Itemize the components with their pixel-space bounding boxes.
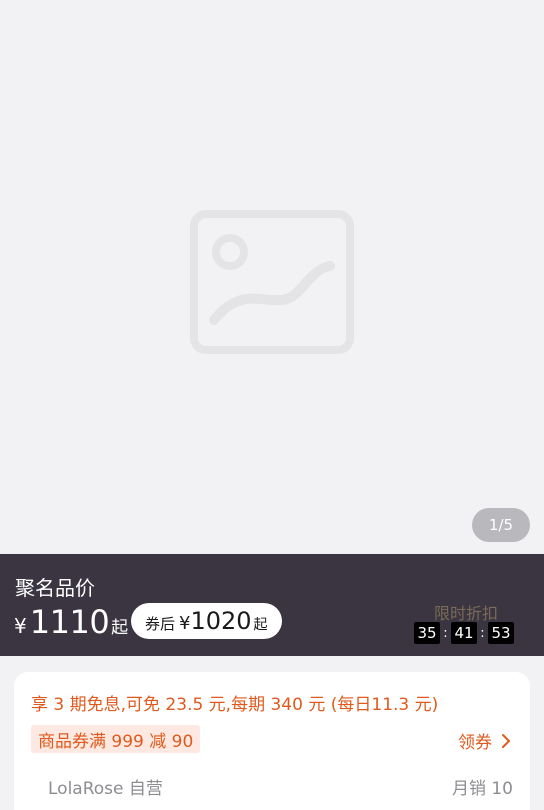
coupon-currency-symbol: ¥ [179,613,191,634]
installment-offer[interactable]: 享 3 期免息,可免 23.5 元,每期 340 元 (每日11.3 元) [31,690,438,715]
main-price: ¥ 1110 起 [14,603,128,641]
chevron-right-icon [502,733,510,748]
shop-name[interactable]: LolaRose 自营 [48,774,163,799]
coupon-price-amount: 1020 [190,607,252,635]
countdown-separator: : [480,625,485,641]
countdown-hours: 35 [414,622,440,644]
coupon-price-suffix: 起 [253,617,268,633]
coupon-tag[interactable]: 商品券满 999 减 90 [31,725,201,753]
image-page-indicator: 1/5 [472,508,530,542]
product-image-gallery[interactable] [0,0,544,554]
countdown-minutes: 41 [451,622,477,644]
countdown-separator: : [443,625,448,641]
coupon-price-pill[interactable]: 券后 ¥ 1020 起 [131,603,282,639]
image-placeholder-icon [190,210,354,354]
flash-sale-label: 限时折扣 [434,604,499,623]
brand-price-label: 聚名品价 [15,576,95,600]
coupon-price-label: 券后 [145,615,176,633]
countdown-timer: 35 : 41 : 53 [414,622,514,644]
price-amount: 1110 [29,603,110,641]
monthly-sales: 月销 10 [451,779,513,799]
get-coupon-label: 领券 [458,733,492,753]
countdown-seconds: 53 [488,622,514,644]
get-coupon-button[interactable]: 领券 [458,728,514,753]
price-suffix: 起 [111,618,129,638]
currency-symbol: ¥ [14,614,27,638]
